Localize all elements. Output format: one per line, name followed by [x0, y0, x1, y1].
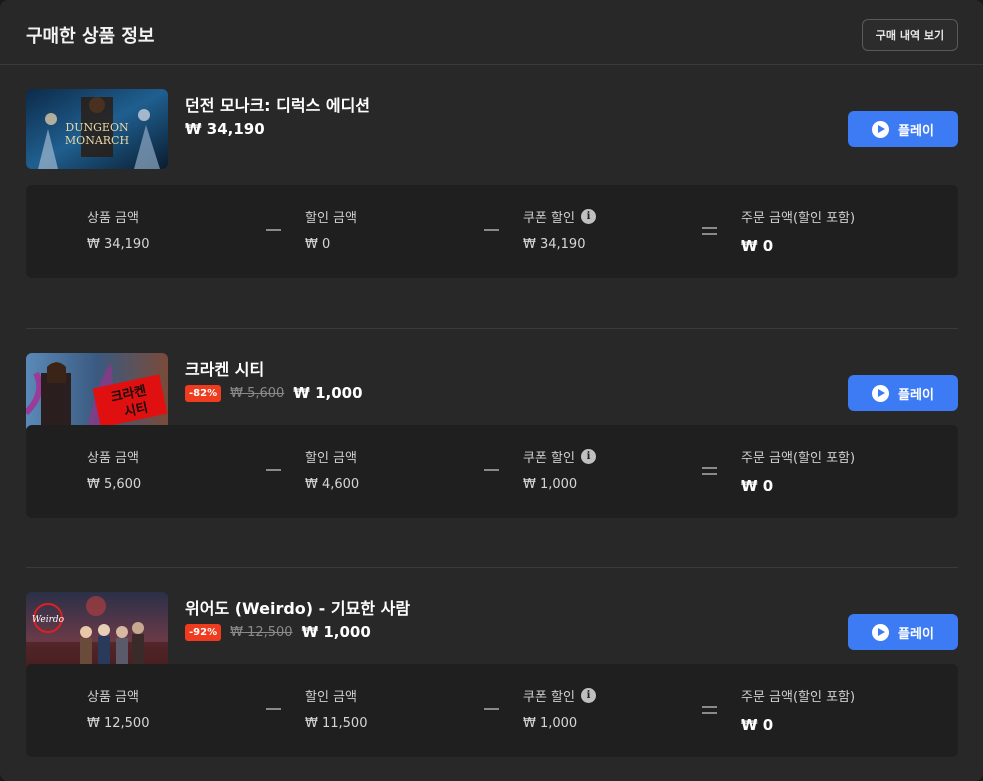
panel-header: 구매한 상품 정보 구매 내역 보기 — [0, 0, 983, 65]
discount-amount-label: 할인 금액 — [305, 451, 357, 466]
product-name[interactable]: 크라켄 시티 — [185, 356, 264, 380]
price-summary: 상품 금액 ₩ 34,190 할인 금액 ₩ 0 쿠폰 할인 i ₩ 34,19… — [26, 185, 958, 278]
product-thumbnail[interactable]: DUNGEON MONARCH — [26, 89, 168, 169]
minus-icon — [484, 708, 499, 710]
view-purchase-history-button[interactable]: 구매 내역 보기 — [862, 19, 958, 51]
minus-icon — [484, 469, 499, 471]
discount-amount-value: ₩ 0 — [305, 237, 331, 252]
equals-icon — [702, 706, 717, 714]
product-item: DUNGEON MONARCH 던전 모나크: 디럭스 에디션 ₩ 34,190… — [26, 89, 958, 328]
coupon-discount-value: ₩ 34,190 — [523, 237, 586, 252]
product-thumbnail[interactable]: Weirdo — [26, 592, 168, 672]
product-name[interactable]: 위어도 (Weirdo) - 기묘한 사람 — [185, 595, 410, 619]
discount-amount-label: 할인 금액 — [305, 211, 357, 226]
order-amount-label: 주문 금액(할인 포함) — [741, 690, 856, 705]
product-name[interactable]: 던전 모나크: 디럭스 에디션 — [185, 92, 370, 116]
order-amount-value: ₩ 0 — [741, 237, 774, 255]
product-price: ₩ 1,000 — [293, 384, 363, 402]
coupon-discount-label-row: 쿠폰 할인 i — [523, 447, 596, 466]
order-amount-label: 주문 금액(할인 포함) — [741, 211, 856, 226]
discount-badge: -92% — [185, 623, 222, 641]
order-amount-label: 주문 금액(할인 포함) — [741, 451, 856, 466]
play-button-label: 플레이 — [898, 123, 934, 139]
coupon-discount-value: ₩ 1,000 — [523, 716, 578, 731]
info-icon[interactable]: i — [580, 688, 596, 703]
product-thumbnail[interactable]: 크라켄 시티 — [26, 353, 168, 433]
minus-icon — [266, 708, 281, 710]
price-summary: 상품 금액 ₩ 5,600 할인 금액 ₩ 4,600 쿠폰 할인 i ₩ 1,… — [26, 425, 958, 518]
minus-icon — [484, 229, 499, 231]
summary-discount-amount: 할인 금액 ₩ 0 — [305, 207, 357, 252]
summary-product-amount: 상품 금액 ₩ 12,500 — [87, 686, 149, 731]
price-summary: 상품 금액 ₩ 12,500 할인 금액 ₩ 11,500 쿠폰 할인 i ₩ … — [26, 664, 958, 757]
original-price: ₩ 12,500 — [230, 624, 293, 640]
thumb-title-line2: MONARCH — [65, 134, 129, 147]
equals-icon — [702, 467, 717, 475]
order-amount-value: ₩ 0 — [741, 477, 774, 495]
product-row: DUNGEON MONARCH 던전 모나크: 디럭스 에디션 ₩ 34,190… — [26, 89, 958, 169]
play-button[interactable]: 플레이 — [848, 111, 958, 147]
product-item: Weirdo 위어도 (Weirdo) - 기묘한 사람 -92% ₩ 12,5… — [26, 567, 958, 781]
info-icon[interactable]: i — [580, 209, 596, 224]
info-icon[interactable]: i — [580, 449, 596, 464]
discount-amount-value: ₩ 4,600 — [305, 477, 360, 492]
product-amount-label: 상품 금액 — [87, 211, 139, 226]
play-button[interactable]: 플레이 — [848, 375, 958, 411]
summary-order-amount: 주문 금액(할인 포함) ₩ 0 — [741, 686, 855, 734]
product-row: Weirdo 위어도 (Weirdo) - 기묘한 사람 -92% ₩ 12,5… — [26, 592, 958, 672]
product-item: 크라켄 시티 크라켄 시티 -82% ₩ 5,600 ₩ 1,000 플레이 상… — [26, 328, 958, 567]
play-icon — [872, 623, 890, 641]
coupon-discount-label: 쿠폰 할인 — [523, 211, 575, 226]
thumb-title: Weirdo — [32, 615, 65, 625]
coupon-discount-label-row: 쿠폰 할인 i — [523, 207, 596, 226]
coupon-discount-value: ₩ 1,000 — [523, 477, 578, 492]
summary-order-amount: 주문 금액(할인 포함) ₩ 0 — [741, 447, 855, 495]
play-button[interactable]: 플레이 — [848, 614, 958, 650]
product-amount-value: ₩ 5,600 — [87, 477, 142, 492]
equals-icon — [702, 227, 717, 235]
summary-product-amount: 상품 금액 ₩ 5,600 — [87, 447, 141, 492]
summary-product-amount: 상품 금액 ₩ 34,190 — [87, 207, 149, 252]
discount-amount-label: 할인 금액 — [305, 690, 357, 705]
minus-icon — [266, 469, 281, 471]
minus-icon — [266, 229, 281, 231]
play-button-label: 플레이 — [898, 626, 934, 642]
product-price: ₩ 34,190 — [185, 120, 265, 138]
product-price: ₩ 1,000 — [301, 623, 371, 641]
purchased-products-panel: 구매한 상품 정보 구매 내역 보기 DUNGEON MONARCH 던전 모나… — [0, 0, 983, 781]
product-row: 크라켄 시티 크라켄 시티 -82% ₩ 5,600 ₩ 1,000 플레이 — [26, 353, 958, 433]
price-row: -82% ₩ 5,600 ₩ 1,000 — [185, 384, 363, 402]
product-amount-label: 상품 금액 — [87, 690, 139, 705]
coupon-discount-label-row: 쿠폰 할인 i — [523, 686, 596, 705]
product-amount-value: ₩ 12,500 — [87, 716, 150, 731]
summary-discount-amount: 할인 금액 ₩ 11,500 — [305, 686, 367, 731]
price-row: ₩ 34,190 — [185, 120, 265, 138]
summary-coupon-discount: 쿠폰 할인 i ₩ 1,000 — [523, 686, 596, 731]
summary-discount-amount: 할인 금액 ₩ 4,600 — [305, 447, 359, 492]
page-title: 구매한 상품 정보 — [26, 26, 155, 47]
product-amount-label: 상품 금액 — [87, 451, 139, 466]
coupon-discount-label: 쿠폰 할인 — [523, 451, 575, 466]
original-price: ₩ 5,600 — [230, 385, 285, 401]
discount-amount-value: ₩ 11,500 — [305, 716, 368, 731]
price-row: -92% ₩ 12,500 ₩ 1,000 — [185, 623, 371, 641]
play-icon — [872, 384, 890, 402]
discount-badge: -82% — [185, 384, 222, 402]
summary-coupon-discount: 쿠폰 할인 i ₩ 1,000 — [523, 447, 596, 492]
summary-coupon-discount: 쿠폰 할인 i ₩ 34,190 — [523, 207, 596, 252]
coupon-discount-label: 쿠폰 할인 — [523, 690, 575, 705]
thumb-title-line1: DUNGEON — [65, 121, 129, 134]
play-button-label: 플레이 — [898, 387, 934, 403]
summary-order-amount: 주문 금액(할인 포함) ₩ 0 — [741, 207, 855, 255]
product-amount-value: ₩ 34,190 — [87, 237, 150, 252]
order-amount-value: ₩ 0 — [741, 716, 774, 734]
play-icon — [872, 120, 890, 138]
